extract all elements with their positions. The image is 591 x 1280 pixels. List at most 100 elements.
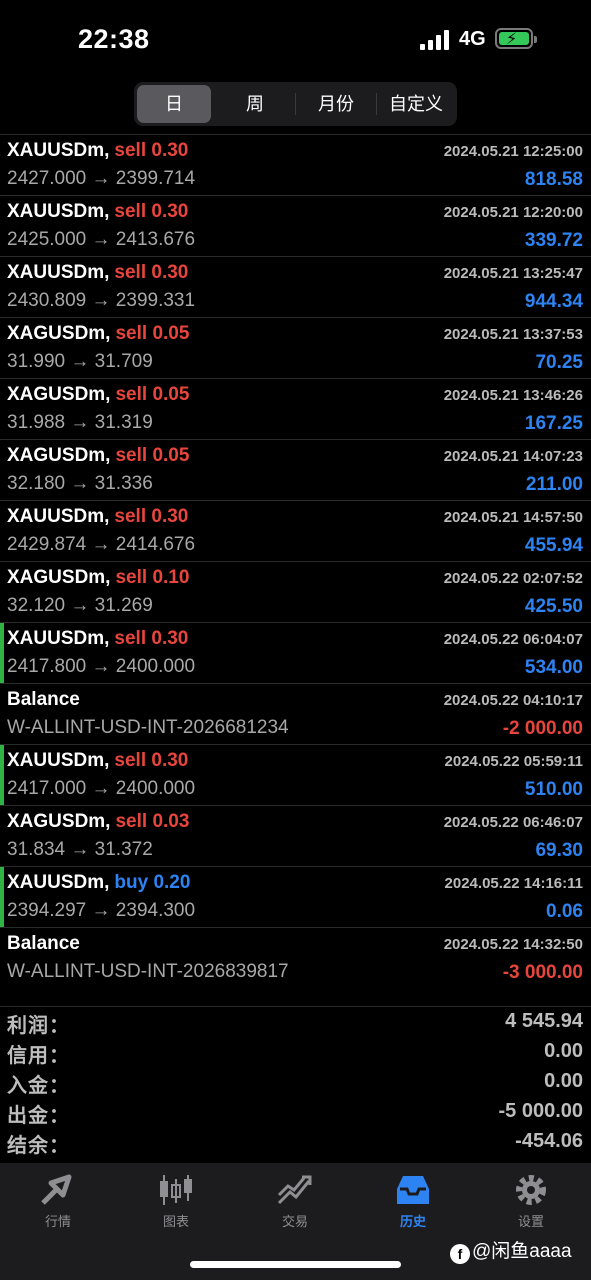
deal-date: 2024.05.22 14:32:50 — [443, 936, 583, 953]
deal-symbol: Balance — [7, 689, 80, 711]
deal-profit: 534.00 — [524, 657, 583, 678]
summary-row: 出金： -5 000.00 — [0, 1097, 591, 1127]
active-indicator-bar — [0, 867, 4, 927]
tab-label: 历史 — [399, 1214, 426, 1229]
deal-side-volume: sell 0.30 — [114, 750, 189, 771]
deal-row[interactable]: XAUUSDm, sell 0.30 2024.05.21 12:20:00 2425… — [0, 195, 591, 256]
tab-trade[interactable]: 交易 — [245, 1173, 345, 1235]
watermark: f @闲鱼aaaa — [450, 1236, 572, 1264]
deal-side-volume: sell 0.30 — [114, 262, 189, 283]
deal-date: 2024.05.22 04:10:17 — [443, 692, 583, 709]
segment-week[interactable]: 周 — [216, 85, 294, 123]
deal-row[interactable]: Balance 2024.05.22 04:10:17 W-ALLINT-USD-I… — [0, 683, 591, 744]
deal-date: 2024.05.22 06:04:07 — [443, 631, 583, 648]
deal-prices: 2429.874 → 2414.676 — [7, 534, 196, 555]
deal-date: 2024.05.21 13:46:26 — [443, 387, 583, 404]
segment-day[interactable]: 日 — [137, 85, 211, 123]
symbol-text: XAUUSDm, — [7, 140, 110, 161]
symbol-text: XAUUSDm, — [7, 201, 110, 222]
summary-value: 0.00 — [544, 1070, 583, 1092]
deal-symbol: XAGUSDm, sell 0.05 — [7, 384, 189, 406]
period-segmented-control: 日 周 月份 自定义 — [134, 82, 457, 126]
deal-prices: 2394.297 → 2394.300 — [7, 900, 196, 921]
deal-row[interactable]: XAGUSDm, sell 0.05 2024.05.21 13:37:53 31.9… — [0, 317, 591, 378]
deal-row[interactable]: XAGUSDm, sell 0.05 2024.05.21 14:07:23 32.1… — [0, 439, 591, 500]
watermark-text: @闲鱼aaaa — [472, 1241, 572, 1262]
deal-row[interactable]: Balance 2024.05.22 14:32:50 W-ALLINT-USD-I… — [0, 927, 591, 988]
deal-symbol: XAUUSDm, sell 0.30 — [7, 750, 188, 772]
deal-symbol: XAGUSDm, sell 0.05 — [7, 445, 189, 467]
symbol-text: XAGUSDm, — [7, 323, 111, 344]
deal-symbol: Balance — [7, 933, 80, 955]
signal-icon — [420, 30, 450, 50]
deal-row[interactable]: XAUUSDm, sell 0.30 2024.05.21 14:57:50 2429… — [0, 500, 591, 561]
deal-prices: 31.834 → 31.372 — [7, 839, 153, 860]
deal-prices: 2417.800 → 2400.000 — [7, 656, 196, 677]
deal-profit: 818.58 — [524, 169, 583, 190]
app-logo-icon: f — [450, 1244, 470, 1264]
home-indicator[interactable] — [190, 1261, 401, 1268]
deal-side-volume: sell 0.30 — [114, 201, 189, 222]
deal-side-volume: sell 0.10 — [115, 567, 190, 588]
deal-symbol: XAUUSDm, sell 0.30 — [7, 201, 188, 223]
summary-value: -5 000.00 — [498, 1100, 583, 1122]
deal-row[interactable]: XAGUSDm, sell 0.05 2024.05.21 13:46:26 31.9… — [0, 378, 591, 439]
deal-date: 2024.05.21 13:37:53 — [443, 326, 583, 343]
segment-custom[interactable]: 自定义 — [377, 85, 455, 123]
deal-side-volume: sell 0.30 — [114, 628, 189, 649]
tab-settings[interactable]: 设置 — [481, 1173, 581, 1235]
deal-row[interactable]: XAGUSDm, sell 0.10 2024.05.22 02:07:52 32.1… — [0, 561, 591, 622]
deal-profit: 70.25 — [535, 352, 583, 373]
deal-profit: 69.30 — [535, 840, 583, 861]
deal-date: 2024.05.22 02:07:52 — [443, 570, 583, 587]
deal-row[interactable]: XAUUSDm, sell 0.30 2024.05.22 05:59:11 2417… — [0, 744, 591, 805]
summary-label: 结余： — [7, 1135, 70, 1157]
deal-profit: 425.50 — [524, 596, 583, 617]
deal-prices: 2417.000 → 2400.000 — [7, 778, 196, 799]
trade-icon — [277, 1175, 312, 1205]
deal-date: 2024.05.21 14:07:23 — [443, 448, 583, 465]
deal-row[interactable]: XAUUSDm, sell 0.30 2024.05.21 13:25:47 2430… — [0, 256, 591, 317]
deal-symbol: XAUUSDm, sell 0.30 — [7, 506, 188, 528]
symbol-text: XAGUSDm, — [7, 384, 111, 405]
summary-panel: 利润： 4 545.94 信用： 0.00 入金： 0.00 出金： -5 000.00 结余：… — [0, 1006, 591, 1157]
network-type: 4G — [459, 28, 486, 50]
deal-date: 2024.05.21 14:57:50 — [443, 509, 583, 526]
deal-row[interactable]: XAGUSDm, sell 0.03 2024.05.22 06:46:07 31.8… — [0, 805, 591, 866]
deal-symbol: XAUUSDm, buy 0.20 — [7, 872, 190, 894]
deal-date: 2024.05.21 12:20:00 — [443, 204, 583, 221]
summary-label: 利润： — [7, 1015, 70, 1037]
symbol-text: XAGUSDm, — [7, 445, 111, 466]
deal-symbol: XAGUSDm, sell 0.10 — [7, 567, 189, 589]
tab-chart[interactable]: 图表 — [126, 1173, 226, 1235]
segment-month[interactable]: 月份 — [297, 85, 375, 123]
tab-quotes[interactable]: 行情 — [8, 1173, 108, 1235]
deal-prices: 2430.809 → 2399.331 — [7, 290, 196, 311]
deal-profit: 211.00 — [525, 474, 583, 495]
summary-value: -454.06 — [515, 1130, 583, 1152]
deal-side-volume: buy 0.20 — [114, 872, 191, 893]
symbol-text: XAUUSDm, — [7, 872, 110, 893]
tab-history[interactable]: 历史 — [363, 1173, 463, 1235]
deal-profit: -2 000.00 — [502, 718, 583, 739]
deal-side-volume: sell 0.03 — [115, 811, 190, 832]
deal-prices: W-ALLINT-USD-INT-2026839817 — [7, 961, 289, 982]
summary-label: 信用： — [7, 1045, 70, 1067]
summary-row: 信用： 0.00 — [0, 1037, 591, 1067]
deal-symbol: XAUUSDm, sell 0.30 — [7, 628, 188, 650]
deal-symbol: XAGUSDm, sell 0.03 — [7, 811, 189, 833]
deal-prices: 32.180 → 31.336 — [7, 473, 153, 494]
deal-side-volume: sell 0.05 — [115, 445, 190, 466]
deal-row[interactable]: XAUUSDm, buy 0.20 2024.05.22 14:16:11 2394.… — [0, 866, 591, 927]
deal-row[interactable]: XAUUSDm, sell 0.30 2024.05.22 06:04:07 2417… — [0, 622, 591, 683]
deal-profit: 510.00 — [524, 779, 583, 800]
symbol-text: XAUUSDm, — [7, 628, 110, 649]
deal-prices: W-ALLINT-USD-INT-2026681234 — [7, 717, 289, 738]
deal-side-volume: sell 0.30 — [114, 506, 189, 527]
deal-row[interactable]: XAUUSDm, sell 0.30 2024.05.21 12:25:00 2427… — [0, 134, 591, 195]
summary-value: 0.00 — [544, 1040, 583, 1062]
deal-prices: 31.988 → 31.319 — [7, 412, 153, 433]
deal-profit: 944.34 — [524, 291, 583, 312]
summary-value: 4 545.94 — [505, 1010, 583, 1032]
deal-prices: 2425.000 → 2413.676 — [7, 229, 196, 250]
